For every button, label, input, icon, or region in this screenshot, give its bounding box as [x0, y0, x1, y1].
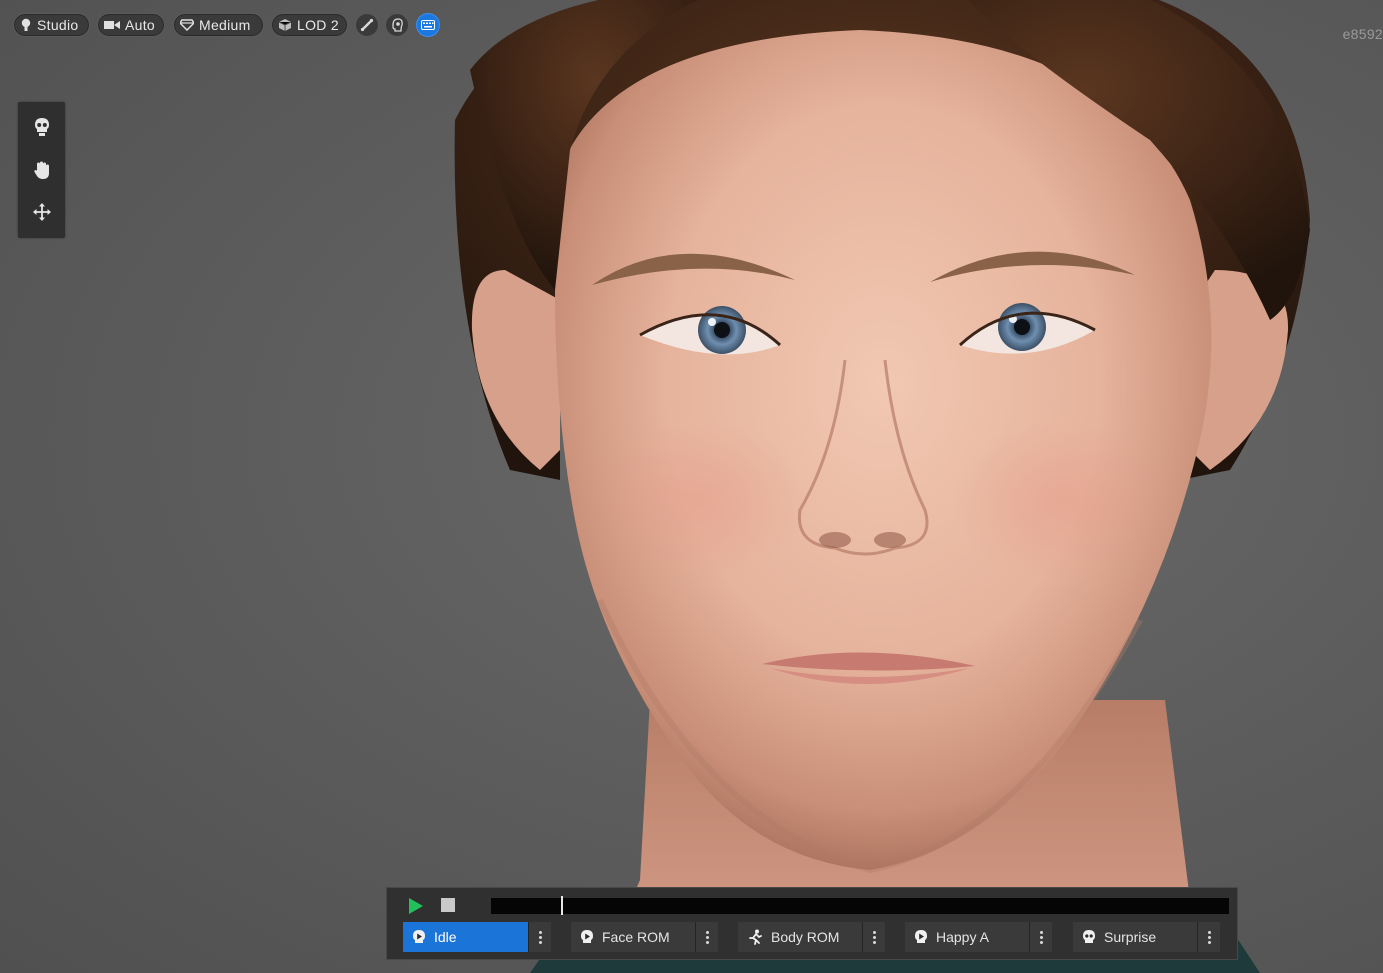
- head-tool[interactable]: [29, 114, 55, 140]
- anim-face-rom-button[interactable]: Face ROM: [571, 922, 695, 952]
- bone-icon: [360, 18, 374, 32]
- keyboard-icon: [421, 20, 435, 30]
- anim-item-idle[interactable]: Idle: [403, 922, 551, 952]
- anim-happy-a-label: Happy A: [936, 929, 989, 945]
- more-vertical-icon: [872, 930, 876, 944]
- keyboard-toggle[interactable]: [416, 13, 440, 37]
- play-head-icon: [581, 930, 593, 943]
- character-portrait: [454, 0, 1310, 973]
- play-head-icon: [915, 930, 927, 943]
- quality-label: Medium: [199, 17, 251, 33]
- viewport-tool-column: [18, 102, 65, 238]
- 3d-viewport[interactable]: Studio Auto Medium LOD 2 e8592 Idle Face…: [0, 0, 1383, 973]
- anim-idle-more-button[interactable]: [528, 922, 551, 952]
- anim-item-face-rom[interactable]: Face ROM: [571, 922, 718, 952]
- lod-label: LOD 2: [297, 17, 339, 33]
- head-outline-toggle[interactable]: [385, 13, 409, 37]
- lighting-preset-button[interactable]: Studio: [13, 13, 90, 37]
- quality-button[interactable]: Medium: [173, 13, 264, 37]
- pan-tool[interactable]: [29, 157, 55, 183]
- more-vertical-icon: [705, 930, 709, 944]
- anim-item-surprise[interactable]: Surprise: [1073, 922, 1220, 952]
- more-vertical-icon: [1207, 930, 1211, 944]
- anim-happy-a-more-button[interactable]: [1029, 922, 1052, 952]
- gem-icon: [180, 19, 194, 31]
- lod-button[interactable]: LOD 2: [271, 13, 348, 37]
- stop-button[interactable]: [441, 898, 455, 912]
- anim-idle-label: Idle: [434, 929, 457, 945]
- anim-body-rom-more-button[interactable]: [862, 922, 885, 952]
- anim-item-body-rom[interactable]: Body ROM: [738, 922, 885, 952]
- anim-body-rom-button[interactable]: Body ROM: [738, 922, 862, 952]
- timeline-scrubber[interactable]: [491, 896, 1229, 915]
- anim-surprise-button[interactable]: Surprise: [1073, 922, 1197, 952]
- camera-mode-button[interactable]: Auto: [97, 13, 165, 37]
- running-figure-icon: [749, 929, 762, 945]
- anim-face-rom-more-button[interactable]: [695, 922, 718, 952]
- cube-icon: [278, 19, 292, 31]
- animation-panel: Idle Face ROM Body ROM Happy A Surprise: [386, 887, 1238, 960]
- play-head-icon: [413, 930, 425, 943]
- timeline-playhead[interactable]: [561, 896, 563, 915]
- anim-item-happy-a[interactable]: Happy A: [905, 922, 1052, 952]
- head-outline-icon: [392, 18, 403, 32]
- hand-pan-icon: [34, 161, 49, 179]
- anim-surprise-label: Surprise: [1104, 929, 1157, 945]
- more-vertical-icon: [1039, 930, 1043, 944]
- anim-face-rom-label: Face ROM: [602, 929, 670, 945]
- skeleton-toggle[interactable]: [355, 13, 379, 37]
- camera-icon: [104, 21, 120, 29]
- anim-happy-a-button[interactable]: Happy A: [905, 922, 1029, 952]
- move-arrows-icon: [33, 203, 51, 221]
- skull-icon: [35, 118, 49, 136]
- light-bulb-icon: [21, 18, 31, 31]
- skull-icon: [1083, 930, 1095, 943]
- camera-mode-label: Auto: [125, 17, 155, 33]
- move-tool[interactable]: [29, 199, 55, 225]
- anim-idle-button[interactable]: Idle: [403, 922, 528, 952]
- lighting-preset-label: Studio: [37, 17, 79, 33]
- play-button[interactable]: [407, 897, 425, 915]
- watermark-text: e8592: [1342, 26, 1383, 42]
- anim-body-rom-label: Body ROM: [771, 929, 840, 945]
- more-vertical-icon: [538, 930, 542, 944]
- anim-surprise-more-button[interactable]: [1197, 922, 1220, 952]
